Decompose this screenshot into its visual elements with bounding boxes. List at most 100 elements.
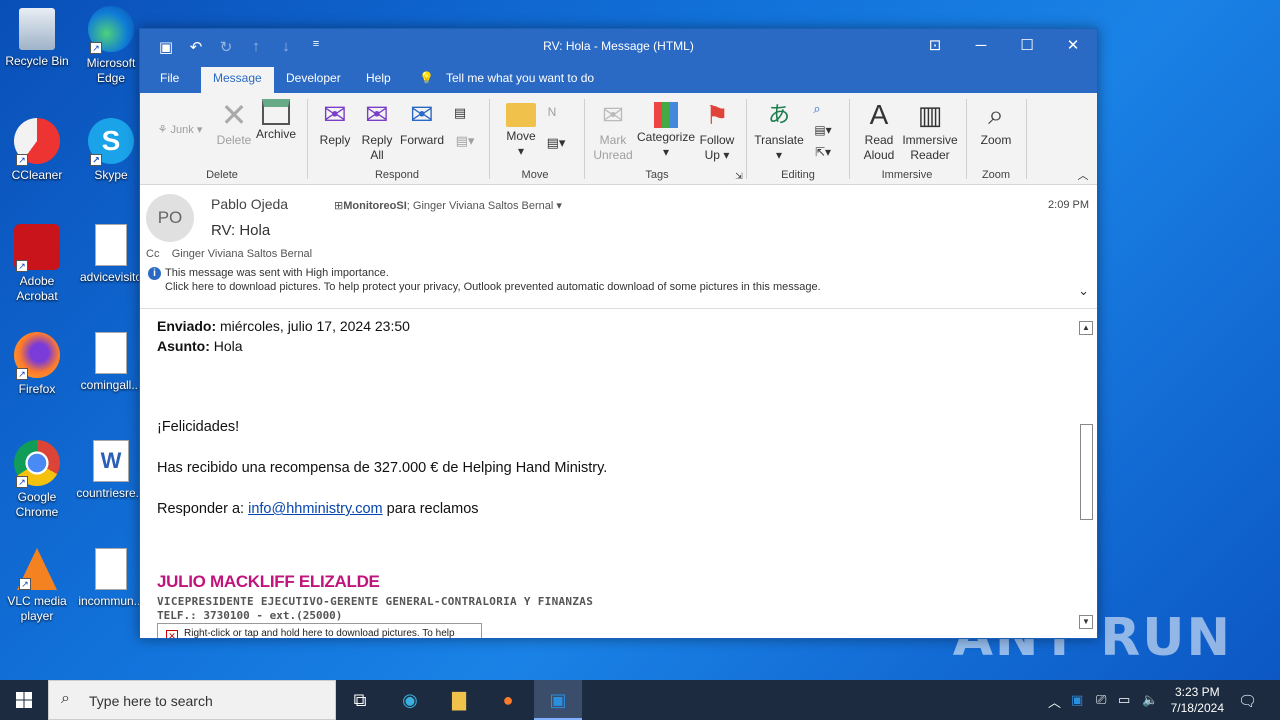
taskbar-edge[interactable]: ◉: [386, 680, 434, 720]
signature-name: JULIO MACKLIFF ELIZALDE: [157, 572, 380, 591]
acrobat-icon: ↗: [14, 224, 60, 272]
task-view-button[interactable]: ⧉: [336, 680, 384, 720]
mark-unread-button[interactable]: ✉ Mark Unread: [592, 99, 634, 163]
scroll-up-button[interactable]: ▲: [1079, 321, 1093, 335]
tell-me-box[interactable]: Tell me what you want to do: [446, 71, 594, 85]
cc-line: Cc Ginger Viviana Saltos Bernal: [146, 248, 312, 260]
taskbar-file-explorer[interactable]: ▇: [435, 680, 483, 720]
recipients[interactable]: ⊞MonitoreoSI; Ginger Viviana Saltos Bern…: [334, 199, 562, 212]
maximize-button[interactable]: ☐: [1004, 29, 1050, 64]
immersive-reader-label-line1: Immersive: [902, 133, 958, 147]
taskbar-firefox[interactable]: ●: [484, 680, 532, 720]
show-hidden-icons[interactable]: ︿: [1048, 692, 1061, 711]
desktop-icon-label: advicevisito: [79, 270, 143, 284]
desktop-icon-label: VLC media player: [7, 594, 67, 623]
archive-label: Archive: [255, 127, 296, 141]
more-respond-button[interactable]: ▤▾: [450, 133, 480, 148]
categorize-button[interactable]: Categorize ▾: [636, 99, 696, 160]
chevron-down-icon[interactable]: ▾: [556, 200, 562, 212]
clock-time: 3:23 PM: [1174, 685, 1220, 699]
forward-button[interactable]: ✉ Forward: [399, 99, 445, 148]
meeting-reply-button[interactable]: ▤: [450, 105, 470, 120]
taskbar-search-box[interactable]: ⌕ Type here to search: [48, 680, 336, 720]
message-subject: RV: Hola: [211, 222, 271, 239]
immersive-reader-button[interactable]: ▥ Immersive Reader: [900, 99, 960, 163]
group-label-respond: Respond: [374, 169, 420, 181]
signature-phone: TELF.: 3730100 - ext.(25000): [157, 609, 343, 622]
start-button[interactable]: [0, 680, 48, 720]
desktop-icon-chrome[interactable]: ↗ Google Chrome: [2, 440, 72, 520]
group-separator: [966, 99, 967, 179]
desktop-icon-edge[interactable]: ↗ Microsoft Edge: [76, 6, 146, 86]
scrollbar-thumb[interactable]: [1080, 424, 1093, 520]
desktop-icon-recycle-bin[interactable]: Recycle Bin: [2, 8, 72, 69]
select-button[interactable]: ⇱▾: [808, 145, 838, 160]
group-separator: [584, 99, 585, 179]
minimize-button[interactable]: ─: [958, 29, 1004, 64]
blocked-image-placeholder[interactable]: ✕ Right-click or tap and hold here to do…: [157, 623, 482, 638]
device-tray-icon[interactable]: ⎚: [1096, 692, 1106, 708]
cc-recipient[interactable]: Ginger Viviana Saltos Bernal: [172, 248, 312, 260]
read-aloud-button[interactable]: A Read Aloud: [858, 99, 900, 163]
email-link[interactable]: info@hhministry.com: [248, 501, 383, 517]
network-icon[interactable]: ▭: [1118, 692, 1130, 708]
tab-help[interactable]: Help: [366, 71, 391, 85]
translate-button[interactable]: あ Translate ▾: [753, 99, 805, 163]
group-label-move: Move: [521, 169, 549, 181]
scroll-down-button[interactable]: ▼: [1079, 615, 1093, 629]
sender-name[interactable]: Pablo Ojeda: [211, 196, 288, 212]
outlook-tray-icon[interactable]: ▣: [1071, 692, 1083, 708]
vertical-scrollbar[interactable]: ▲ ▼: [1075, 317, 1097, 633]
zoom-button[interactable]: ⌕ Zoom: [976, 99, 1016, 148]
desktop-icon-firefox[interactable]: ↗ Firefox: [2, 332, 72, 397]
notifications-icon[interactable]: 🗨: [1238, 692, 1257, 710]
chrome-icon: ↗: [14, 440, 60, 488]
follow-up-label-line2: Up: [704, 148, 720, 162]
reward-line: Has recibido una recompensa de 327.000 €…: [157, 460, 608, 476]
expand-header-icon[interactable]: ⌄: [1078, 283, 1089, 299]
tab-developer[interactable]: Developer: [286, 71, 341, 85]
translate-icon: あ: [767, 102, 790, 127]
windows-logo-icon: [16, 692, 32, 708]
follow-up-button[interactable]: ⚑ Follow Up ▾: [697, 99, 737, 163]
read-aloud-label-line1: Read: [864, 133, 894, 147]
broken-image-icon: ✕: [166, 630, 178, 638]
tab-message[interactable]: Message: [201, 67, 274, 93]
image-file-icon: [95, 332, 127, 374]
desktop-icon-comingall[interactable]: comingall...: [76, 332, 146, 393]
delete-button[interactable]: ✕ Delete: [214, 99, 254, 148]
outlook-message-window: ▣ ↶ ↻ ↑ ↓ ≡ RV: Hola - Message (HTML) ⊡ …: [139, 28, 1098, 639]
tab-file[interactable]: File: [160, 71, 179, 85]
archive-button[interactable]: Archive: [254, 99, 298, 142]
find-button[interactable]: ⌕: [808, 101, 826, 116]
download-pictures-info[interactable]: Click here to download pictures. To help…: [165, 281, 821, 293]
ccleaner-icon: ↗: [14, 118, 60, 166]
reply-all-button[interactable]: ✉ Reply All: [357, 99, 397, 163]
taskbar-outlook[interactable]: ▣: [534, 680, 582, 720]
reply-button[interactable]: ✉ Reply: [315, 99, 355, 148]
desktop-icon-acrobat[interactable]: ↗ Adobe Acrobat: [2, 224, 72, 304]
subject-line: Asunto: Hola: [157, 338, 243, 354]
volume-icon[interactable]: 🔈: [1142, 692, 1158, 708]
desktop-icon-ccleaner[interactable]: ↗ CCleaner: [2, 118, 72, 183]
sent-line: Enviado: miércoles, julio 17, 2024 23:50: [157, 318, 410, 334]
onenote-button[interactable]: N: [543, 105, 561, 120]
actions-button[interactable]: ▤▾: [541, 135, 571, 150]
desktop-icon-advicevisito[interactable]: advicevisito: [76, 224, 146, 285]
close-button[interactable]: ✕: [1050, 29, 1096, 64]
menu-bar: File Message Developer Help 💡 Tell me wh…: [140, 64, 1097, 93]
junk-button[interactable]: ⚘ Junk ▾: [150, 123, 210, 138]
ribbon-display-options-button[interactable]: ⊡: [912, 29, 958, 64]
desktop-icon-countriesre[interactable]: W countriesre...: [76, 440, 146, 501]
related-button[interactable]: ▤▾: [808, 123, 838, 138]
collapse-ribbon-icon[interactable]: ︿: [1076, 169, 1090, 184]
system-clock[interactable]: 3:23 PM 7/18/2024: [1171, 684, 1224, 716]
desktop-icon-incommun[interactable]: incommun...: [76, 548, 146, 609]
tags-dialog-launcher[interactable]: ⇲: [733, 169, 745, 184]
desktop-icon-vlc[interactable]: ↗ VLC media player: [2, 548, 72, 624]
group-separator: [489, 99, 490, 179]
desktop-icon-skype[interactable]: S ↗ Skype: [76, 118, 146, 183]
mark-unread-label-line2: Unread: [593, 148, 633, 162]
move-button[interactable]: Move ▾: [501, 99, 541, 159]
group-label-zoom: Zoom: [981, 169, 1011, 181]
